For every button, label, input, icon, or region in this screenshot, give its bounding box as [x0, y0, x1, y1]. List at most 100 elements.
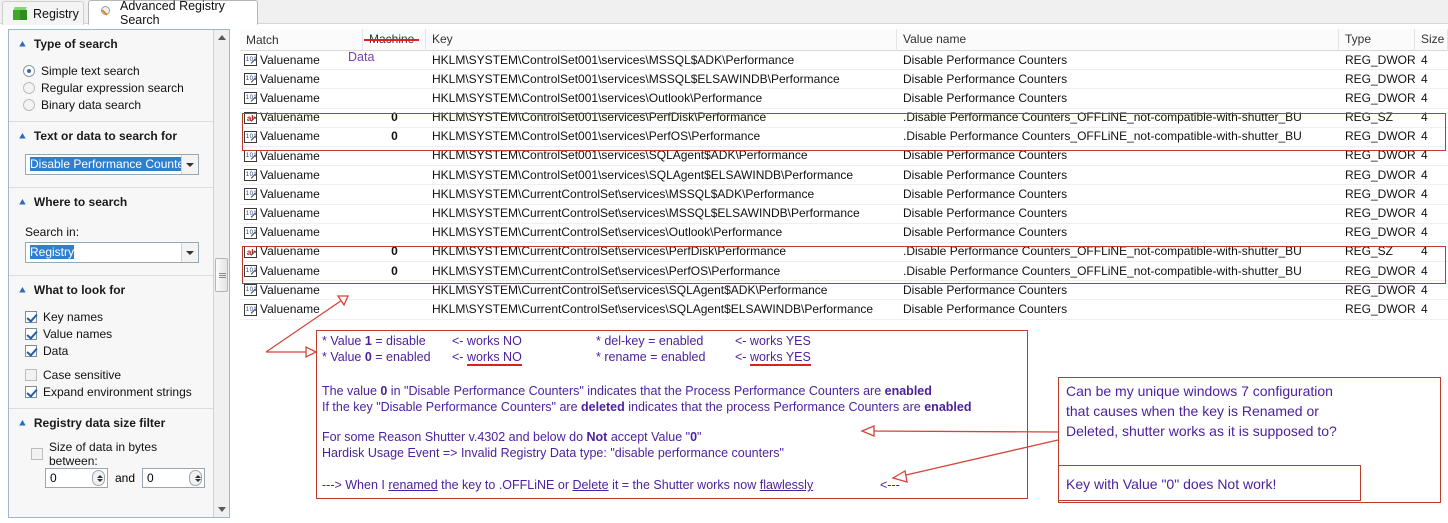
- table-row[interactable]: 101 Valuename HKLM\SYSTEM\ControlSet001\se…: [240, 70, 1448, 90]
- cell-key: HKLM\SYSTEM\CurrentControlSet\services\S…: [432, 301, 874, 316]
- cell-data: [363, 223, 426, 242]
- group-title: Registry data size filter: [33, 416, 166, 430]
- table-header-row: Match Machine Key Value name Type Size: [240, 29, 1448, 51]
- cell-type: REG_SZ: [1345, 110, 1394, 125]
- checkbox-size-of-data-between[interactable]: Size of data in bytes between:: [31, 440, 205, 468]
- cell-match-label: Valuename: [260, 206, 320, 221]
- table-row[interactable]: 101 Valuename 0 HKLM\SYSTEM\ControlSet001\s…: [240, 128, 1448, 147]
- note-paragraph1-line2: If the key "Disable Performance Counters…: [322, 400, 972, 414]
- table-row[interactable]: 101 Valuename HKLM\SYSTEM\ControlSet001\se…: [240, 89, 1448, 109]
- column-header-value-name[interactable]: Value name: [897, 29, 1339, 51]
- cell-data: [363, 300, 426, 319]
- cell-value-name: .Disable Performance Counters_OFFLiNE_no…: [903, 244, 1302, 259]
- checkbox-expand-environment-strings[interactable]: Expand environment strings: [25, 383, 205, 400]
- reg-dword-icon: 101: [244, 207, 257, 220]
- cell-size: 4: [1421, 71, 1428, 86]
- chevron-down-icon[interactable]: [181, 155, 198, 174]
- group-header-where-to-search[interactable]: ▲ Where to search: [9, 188, 213, 214]
- radio-binary-data-search[interactable]: Binary data search: [23, 96, 205, 113]
- cell-value-name: Disable Performance Counters: [903, 225, 1068, 240]
- checkbox-label: Case sensitive: [43, 367, 122, 382]
- cell-data: [363, 70, 426, 89]
- cell-match: 101 Valuename: [240, 300, 363, 319]
- cell-match-label: Valuename: [260, 167, 320, 182]
- note-paragraph2-line1: For some Reason Shutter v.4302 and below…: [322, 430, 702, 444]
- group-text-or-data-to-search-for: ▲ Text or data to search for Disable Per…: [9, 122, 213, 188]
- note-paragraph1-line1: The value 0 in "Disable Performance Coun…: [322, 384, 932, 398]
- cell-match: ab Valuename: [240, 242, 363, 261]
- group-header-size-filter[interactable]: ▲ Registry data size filter: [9, 409, 213, 435]
- column-header-size[interactable]: Size: [1415, 29, 1448, 51]
- table-row[interactable]: ab Valuename 0 HKLM\SYSTEM\CurrentControlSe…: [240, 242, 1448, 263]
- group-type-of-search: ▲ Type of search Simple text search Regu…: [9, 30, 213, 122]
- note-delkey-works: <- works YES: [735, 334, 811, 348]
- cell-size: 4: [1421, 110, 1428, 125]
- note-paragraph3: ---> When I renamed the key to .OFFLiNE …: [322, 478, 814, 492]
- table-row[interactable]: 101 Valuename HKLM\SYSTEM\CurrentControlSe…: [240, 300, 1448, 320]
- group-title: Type of search: [33, 37, 118, 51]
- chevron-down-icon[interactable]: [181, 243, 198, 262]
- stepper-arrows-icon[interactable]: [189, 470, 202, 486]
- table-row[interactable]: 101 Valuename HKLM\SYSTEM\ControlSet001\se…: [240, 166, 1448, 186]
- size-min-stepper[interactable]: 0: [45, 468, 108, 488]
- search-in-value[interactable]: Registry: [26, 243, 181, 262]
- table-row[interactable]: 101 Valuename HKLM\SYSTEM\CurrentControlSe…: [240, 205, 1448, 224]
- checkbox-value-names[interactable]: Value names: [25, 325, 205, 342]
- search-text-value[interactable]: Disable Performance Counters: [26, 155, 181, 174]
- group-header-type-of-search[interactable]: ▲ Type of search: [9, 30, 213, 56]
- stepper-arrows-icon[interactable]: [91, 470, 105, 486]
- cell-data: [363, 166, 426, 185]
- cell-type: REG_DWORD: [1345, 71, 1415, 86]
- checkbox-data[interactable]: Data: [25, 342, 205, 359]
- table-row[interactable]: ab Valuename 0 HKLM\SYSTEM\ControlSet001\se…: [240, 109, 1448, 128]
- column-header-match[interactable]: Match: [240, 29, 363, 51]
- radio-label: Simple text search: [41, 63, 140, 78]
- search-in-combobox[interactable]: Registry: [25, 242, 199, 263]
- table-row[interactable]: 101 Valuename HKLM\SYSTEM\CurrentControlSe…: [240, 281, 1448, 301]
- cell-size: 4: [1421, 129, 1428, 144]
- table-row[interactable]: 101 Valuename HKLM\SYSTEM\CurrentControlSe…: [240, 185, 1448, 205]
- tab-advanced-registry-search[interactable]: Advanced Registry Search: [88, 0, 258, 27]
- machine-column-replacement-label: Data: [348, 50, 375, 64]
- scroll-down-button[interactable]: [214, 502, 229, 517]
- cell-type: REG_DWORD: [1345, 301, 1415, 316]
- cell-type: REG_DWORD: [1345, 167, 1415, 182]
- size-min-value[interactable]: 0: [46, 471, 57, 485]
- reg-dword-icon: 101: [244, 265, 257, 278]
- table-row[interactable]: 101 Valuename HKLM\SYSTEM\CurrentControlSe…: [240, 224, 1448, 243]
- checkbox-case-sensitive[interactable]: Case sensitive: [25, 366, 205, 383]
- cell-key: HKLM\SYSTEM\CurrentControlSet\services\P…: [432, 263, 781, 278]
- cell-type: REG_DWORD: [1345, 263, 1415, 278]
- radio-icon: [23, 98, 35, 111]
- cell-match-label: Valuename: [260, 148, 320, 163]
- cell-value-name: .Disable Performance Counters_OFFLiNE_no…: [903, 263, 1302, 278]
- radio-simple-text-search[interactable]: Simple text search: [23, 62, 205, 79]
- group-header-text-or-data[interactable]: ▲ Text or data to search for: [9, 122, 213, 148]
- checkbox-key-names[interactable]: Key names: [25, 308, 205, 325]
- collapse-chevron-icon: ▲: [17, 284, 28, 295]
- group-title: Where to search: [33, 195, 128, 209]
- group-header-what-to-look-for[interactable]: ▲ What to look for: [9, 276, 213, 302]
- cell-match: 101 Valuename: [240, 204, 363, 223]
- cell-size: 4: [1421, 301, 1428, 316]
- tab-registry[interactable]: Registry: [2, 1, 84, 25]
- column-header-type[interactable]: Type: [1339, 29, 1415, 51]
- sidebar-scrollbar[interactable]: [213, 30, 229, 517]
- group-what-to-look-for: ▲ What to look for Key names Value names…: [9, 276, 213, 409]
- cell-value-name: Disable Performance Counters: [903, 186, 1068, 201]
- table-row[interactable]: 101 Valuename 0 HKLM\SYSTEM\CurrentControlS…: [240, 262, 1448, 282]
- cell-match-label: Valuename: [260, 225, 320, 240]
- radio-regular-expression-search[interactable]: Regular expression search: [23, 79, 205, 96]
- table-row[interactable]: 101 Valuename HKLM\SYSTEM\ControlSet001\se…: [240, 147, 1448, 167]
- column-header-key[interactable]: Key: [426, 29, 897, 51]
- cell-match: 101 Valuename: [240, 70, 363, 89]
- table-row[interactable]: 101 Valuename HKLM\SYSTEM\ControlSet001\se…: [240, 51, 1448, 71]
- size-max-stepper[interactable]: 0: [142, 468, 205, 488]
- size-max-value[interactable]: 0: [143, 471, 154, 485]
- cell-match-label: Valuename: [260, 282, 320, 297]
- column-header-machine[interactable]: Machine: [363, 29, 426, 51]
- scroll-up-button[interactable]: [214, 30, 229, 45]
- scrollbar-thumb[interactable]: [215, 258, 228, 292]
- cell-match: 101 Valuename: [240, 223, 363, 242]
- search-text-combobox[interactable]: Disable Performance Counters: [25, 154, 199, 175]
